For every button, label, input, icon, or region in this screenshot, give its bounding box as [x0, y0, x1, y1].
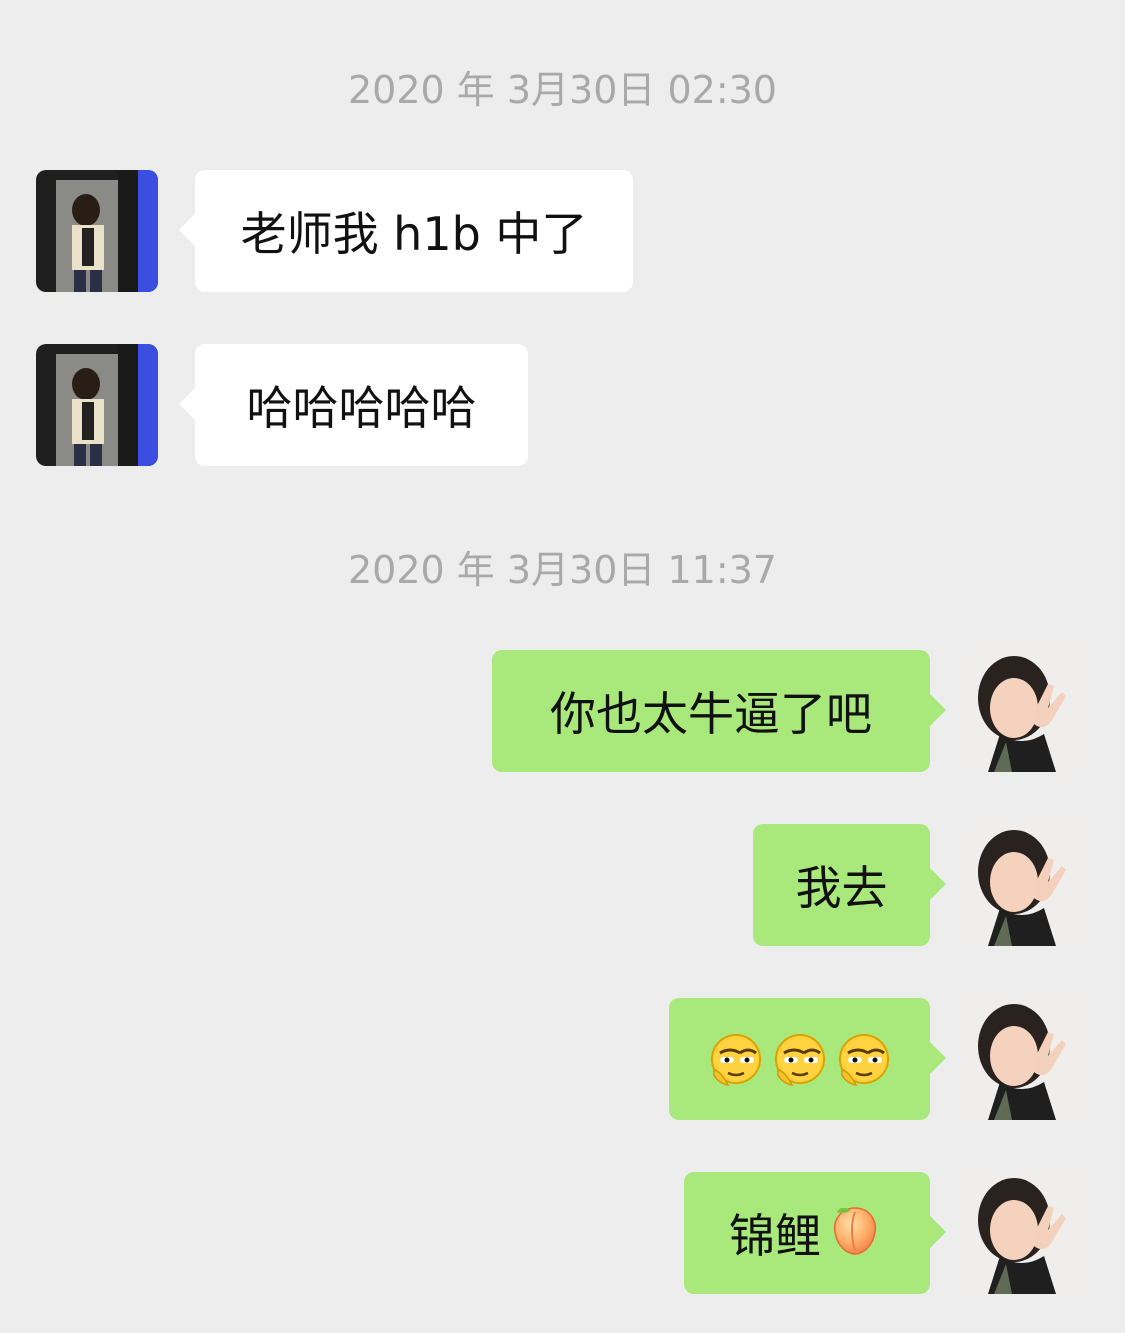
- message-row: [0, 998, 1125, 1120]
- message-row: 你也太牛逼了吧: [0, 650, 1125, 772]
- message-bubble[interactable]: 我去: [753, 824, 946, 946]
- message-text: 锦鲤: [729, 1209, 821, 1263]
- message-row: 哈哈哈哈哈: [0, 344, 1125, 466]
- bubble-tail: [930, 1216, 946, 1248]
- message-text: 我去: [795, 861, 888, 915]
- bubble-tail: [179, 388, 195, 420]
- message-text: 老师我 h1b 中了: [240, 207, 588, 261]
- message-text: 哈哈哈哈哈: [246, 381, 477, 435]
- self-avatar[interactable]: [966, 1172, 1088, 1294]
- message-bubble[interactable]: 你也太牛逼了吧: [492, 650, 946, 772]
- smirk-thinking-emoji: [834, 1029, 894, 1089]
- bubble-tail: [179, 214, 195, 246]
- message-bubble[interactable]: [669, 998, 946, 1120]
- message-row: 老师我 h1b 中了: [0, 170, 1125, 292]
- self-avatar[interactable]: [966, 650, 1088, 772]
- message-row: 我去: [0, 824, 1125, 946]
- bubble-tail: [930, 868, 946, 900]
- self-avatar[interactable]: [966, 998, 1088, 1120]
- message-text: 你也太牛逼了吧: [550, 687, 872, 741]
- contact-avatar[interactable]: [36, 170, 158, 292]
- message-bubble[interactable]: 哈哈哈哈哈: [179, 344, 528, 466]
- timestamp: 2020 年 3月30日 02:30: [348, 68, 777, 112]
- smirk-thinking-emoji: [706, 1029, 766, 1089]
- bubble-tail: [930, 694, 946, 726]
- message-bubble[interactable]: 锦鲤: [684, 1172, 946, 1294]
- bubble-tail: [930, 1042, 946, 1074]
- message-row: 锦鲤: [0, 1172, 1125, 1294]
- contact-avatar[interactable]: [36, 344, 158, 466]
- peach-emoji: [825, 1198, 885, 1269]
- message-bubble[interactable]: 老师我 h1b 中了: [179, 170, 633, 292]
- timestamp: 2020 年 3月30日 11:37: [348, 548, 777, 592]
- self-avatar[interactable]: [966, 824, 1088, 946]
- smirk-thinking-emoji: [770, 1029, 830, 1089]
- emoji-group: [706, 1029, 894, 1089]
